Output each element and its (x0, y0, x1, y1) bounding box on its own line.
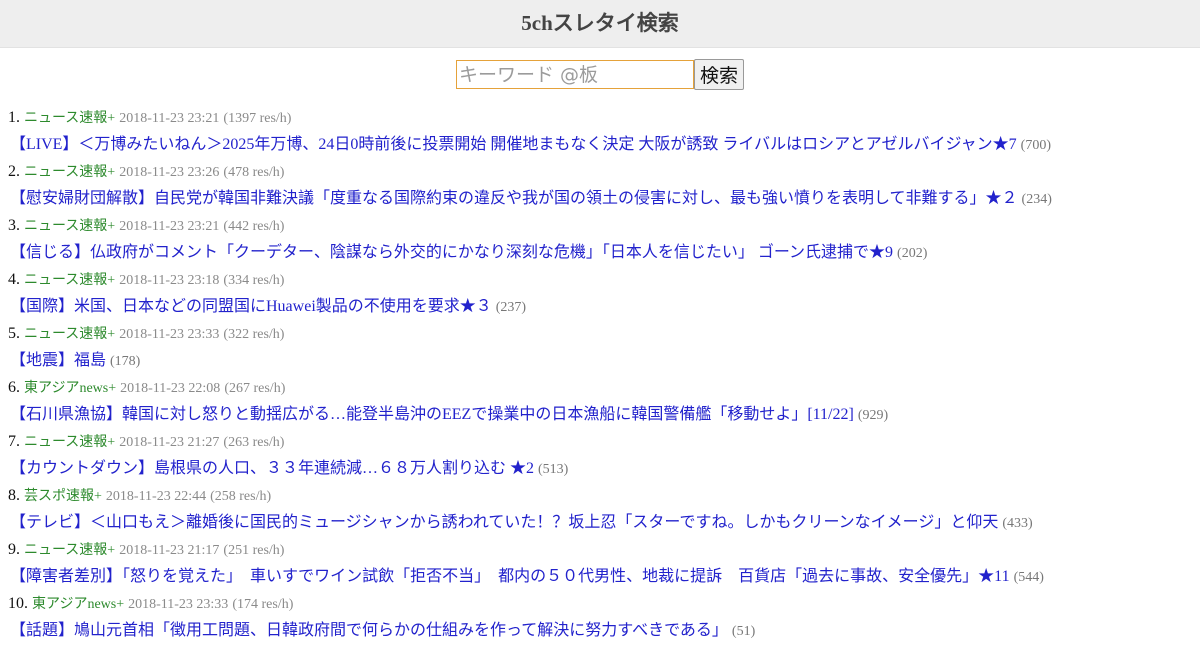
result-date: 2018-11-23 23:26 (119, 165, 220, 180)
result-meta: 1. ニュース速報+ 2018-11-23 23:21 (1397 res/h) (8, 104, 1188, 131)
thread-title-link[interactable]: 【国際】米国、日本などの同盟国にHuawei製品の不使用を要求★３ (10, 298, 492, 315)
thread-title-link[interactable]: 【テレビ】＜山口もえ＞離婚後に国民的ミュージシャンから誘われていた！？坂上忍「ス… (10, 514, 998, 531)
result-rank: 4. (8, 271, 20, 288)
result-rank: 10. (8, 595, 28, 612)
result-meta: 3. ニュース速報+ 2018-11-23 23:21 (442 res/h) (8, 212, 1188, 239)
search-form: 検索 (0, 48, 1200, 90)
result-count: (234) (1021, 192, 1052, 207)
result-date: 2018-11-23 23:33 (119, 327, 220, 342)
result-rate: (478 res/h) (223, 165, 285, 180)
result-rate: (334 res/h) (223, 273, 285, 288)
thread-title-link[interactable]: 【慰安婦財団解散】自民党が韓国非難決議「度重なる国際約束の違反や我が国の領土の侵… (10, 190, 1018, 207)
result-rank: 6. (8, 379, 20, 396)
result-rank: 3. (8, 217, 20, 234)
board-link[interactable]: ニュース速報+ (24, 111, 115, 126)
thread-title-link[interactable]: 【信じる】仏政府がコメント「クーデター、陰謀なら外交的にかなり深刻な危機」「日本… (10, 244, 893, 261)
board-link[interactable]: ニュース速報+ (24, 165, 115, 180)
thread-title-link[interactable]: 【障害者差別】「怒りを覚えた」 車いすでワイン試飲「拒否不当」 都内の５０代男性… (10, 568, 1010, 585)
result-meta: 6. 東アジアnews+ 2018-11-23 22:08 (267 res/h) (8, 374, 1188, 401)
result-title-line: 【地震】福島 (178) (8, 347, 1188, 374)
board-link[interactable]: ニュース速報+ (24, 273, 115, 288)
result-count: (202) (897, 246, 928, 261)
board-link[interactable]: 東アジアnews+ (32, 597, 124, 612)
result-rate: (442 res/h) (223, 219, 285, 234)
thread-title-link[interactable]: 【石川県漁協】韓国に対し怒りと動揺広がる…能登半島沖のEEZで操業中の日本漁船に… (10, 406, 854, 423)
thread-title-link[interactable]: 【LIVE】＜万博みたいねん＞2025年万博、24日0時前後に投票開始 開催地ま… (10, 136, 1017, 153)
board-link[interactable]: ニュース速報+ (24, 327, 115, 342)
board-link[interactable]: 東アジアnews+ (24, 381, 116, 396)
search-button[interactable]: 検索 (693, 59, 744, 90)
result-title-line: 【LIVE】＜万博みたいねん＞2025年万博、24日0時前後に投票開始 開催地ま… (8, 131, 1188, 158)
result-rank: 2. (8, 163, 20, 180)
result-meta: 2. ニュース速報+ 2018-11-23 23:26 (478 res/h) (8, 158, 1188, 185)
result-count: (178) (110, 354, 141, 369)
result-list: 1. ニュース速報+ 2018-11-23 23:21 (1397 res/h) 【… (8, 104, 1188, 644)
board-link[interactable]: ニュース速報+ (24, 219, 115, 234)
result-meta: 8. 芸スポ速報+ 2018-11-23 22:44 (258 res/h) (8, 482, 1188, 509)
result-count: (544) (1013, 570, 1044, 585)
result-count: (51) (731, 624, 756, 639)
page-header: 5chスレタイ検索 (0, 0, 1200, 48)
result-date: 2018-11-23 23:21 (119, 219, 220, 234)
board-link[interactable]: ニュース速報+ (24, 435, 115, 450)
result-title-line: 【国際】米国、日本などの同盟国にHuawei製品の不使用を要求★３ (237) (8, 293, 1188, 320)
result-title-line: 【障害者差別】「怒りを覚えた」 車いすでワイン試飲「拒否不当」 都内の５０代男性… (8, 563, 1188, 590)
result-date: 2018-11-23 23:33 (128, 597, 229, 612)
board-link[interactable]: 芸スポ速報+ (24, 489, 102, 504)
thread-title-link[interactable]: 【地震】福島 (10, 352, 106, 369)
search-input[interactable] (455, 60, 694, 89)
thread-title-link[interactable]: 【話題】鳩山元首相「徴用工問題、日韓政府間で何らかの仕組みを作って解決に努力すべ… (10, 622, 728, 639)
result-meta: 5. ニュース速報+ 2018-11-23 23:33 (322 res/h) (8, 320, 1188, 347)
result-rate: (263 res/h) (223, 435, 285, 450)
result-title-line: 【テレビ】＜山口もえ＞離婚後に国民的ミュージシャンから誘われていた！？坂上忍「ス… (8, 509, 1188, 536)
result-rank: 7. (8, 433, 20, 450)
thread-title-link[interactable]: 【カウントダウン】島根県の人口、３３年連続減…６８万人割り込む ★2 (10, 460, 534, 477)
result-rate: (251 res/h) (223, 543, 285, 558)
result-rank: 8. (8, 487, 20, 504)
result-rate: (267 res/h) (224, 381, 286, 396)
result-rate: (322 res/h) (223, 327, 285, 342)
result-rate: (174 res/h) (232, 597, 294, 612)
result-rank: 9. (8, 541, 20, 558)
result-rate: (258 res/h) (210, 489, 272, 504)
result-rate: (1397 res/h) (223, 111, 292, 126)
result-date: 2018-11-23 23:18 (119, 273, 220, 288)
result-rank: 1. (8, 109, 20, 126)
result-meta: 4. ニュース速報+ 2018-11-23 23:18 (334 res/h) (8, 266, 1188, 293)
result-date: 2018-11-23 22:08 (120, 381, 221, 396)
board-link[interactable]: ニュース速報+ (24, 543, 115, 558)
result-title-line: 【石川県漁協】韓国に対し怒りと動揺広がる…能登半島沖のEEZで操業中の日本漁船に… (8, 401, 1188, 428)
result-title-line: 【話題】鳩山元首相「徴用工問題、日韓政府間で何らかの仕組みを作って解決に努力すべ… (8, 617, 1188, 644)
result-date: 2018-11-23 21:27 (119, 435, 220, 450)
result-date: 2018-11-23 21:17 (119, 543, 220, 558)
site-title: 5chスレタイ検索 (521, 11, 679, 35)
result-date: 2018-11-23 23:21 (119, 111, 220, 126)
result-count: (700) (1020, 138, 1051, 153)
result-title-line: 【信じる】仏政府がコメント「クーデター、陰謀なら外交的にかなり深刻な危機」「日本… (8, 239, 1188, 266)
result-count: (433) (1002, 516, 1033, 531)
result-rank: 5. (8, 325, 20, 342)
result-count: (929) (857, 408, 889, 423)
result-meta: 10. 東アジアnews+ 2018-11-23 23:33 (174 res/h… (8, 590, 1188, 617)
result-count: (513) (538, 462, 569, 477)
result-meta: 7. ニュース速報+ 2018-11-23 21:27 (263 res/h) (8, 428, 1188, 455)
result-date: 2018-11-23 22:44 (105, 489, 207, 504)
result-title-line: 【慰安婦財団解散】自民党が韓国非難決議「度重なる国際約束の違反や我が国の領土の侵… (8, 185, 1188, 212)
result-count: (237) (495, 300, 527, 315)
result-meta: 9. ニュース速報+ 2018-11-23 21:17 (251 res/h) (8, 536, 1188, 563)
result-title-line: 【カウントダウン】島根県の人口、３３年連続減…６８万人割り込む ★2 (513) (8, 455, 1188, 482)
